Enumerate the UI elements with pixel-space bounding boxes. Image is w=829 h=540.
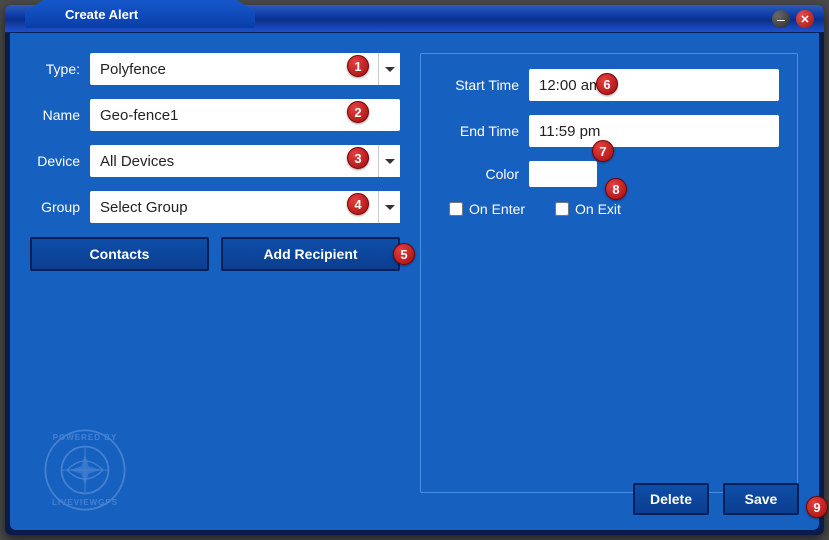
close-button[interactable]: ✕ [796,10,814,28]
on-enter-checkbox[interactable] [449,202,463,216]
delete-button[interactable]: Delete [633,483,709,515]
annotation-badge-3: 3 [347,147,369,169]
group-row: Group Select Group [30,191,400,223]
add-recipient-button[interactable]: Add Recipient [221,237,400,271]
type-row: Type: Polyfence [30,53,400,85]
minimize-button[interactable]: – [772,10,790,28]
logo-bottom-text: LIVEVIEWGPS [52,498,118,507]
left-form: Type: Polyfence Name Device All Devices [30,53,400,271]
start-time-label: Start Time [439,77,529,93]
start-time-input[interactable] [529,69,779,101]
window-body: Type: Polyfence Name Device All Devices [10,33,819,530]
type-label: Type: [30,61,90,77]
on-enter-check[interactable]: On Enter [449,201,525,217]
left-button-row: Contacts Add Recipient [30,237,400,271]
window-title: Create Alert [65,7,138,22]
end-time-label: End Time [439,123,529,139]
create-alert-window: Create Alert – ✕ Type: Polyfence Name [5,5,824,535]
group-label: Group [30,199,90,215]
on-exit-label: On Exit [575,201,621,217]
trigger-row: On Enter On Exit [439,201,779,217]
annotation-badge-6: 6 [596,73,618,95]
annotation-badge-5: 5 [393,243,415,265]
contacts-button[interactable]: Contacts [30,237,209,271]
annotation-badge-4: 4 [347,193,369,215]
on-enter-label: On Enter [469,201,525,217]
end-time-input[interactable] [529,115,779,147]
device-label: Device [30,153,90,169]
name-label: Name [30,107,90,123]
on-exit-check[interactable]: On Exit [555,201,621,217]
on-exit-checkbox[interactable] [555,202,569,216]
annotation-badge-8: 8 [605,178,627,200]
logo-top-text: POWERED BY [53,433,118,442]
powered-by-logo: POWERED BY LIVEVIEWGPS [40,425,130,515]
color-input[interactable] [529,161,597,187]
annotation-badge-1: 1 [347,55,369,77]
right-panel: Start Time End Time Color On Enter On Ex… [420,53,798,493]
annotation-badge-7: 7 [592,140,614,162]
annotation-badge-2: 2 [347,101,369,123]
color-label: Color [439,166,529,182]
save-button[interactable]: Save [723,483,799,515]
title-tab: Create Alert [25,0,255,28]
window-buttons: – ✕ [772,10,814,28]
bottom-buttons: Delete Save [633,483,799,515]
name-row: Name [30,99,400,131]
device-row: Device All Devices [30,145,400,177]
annotation-badge-9: 9 [806,496,828,518]
titlebar: Create Alert – ✕ [5,5,824,33]
